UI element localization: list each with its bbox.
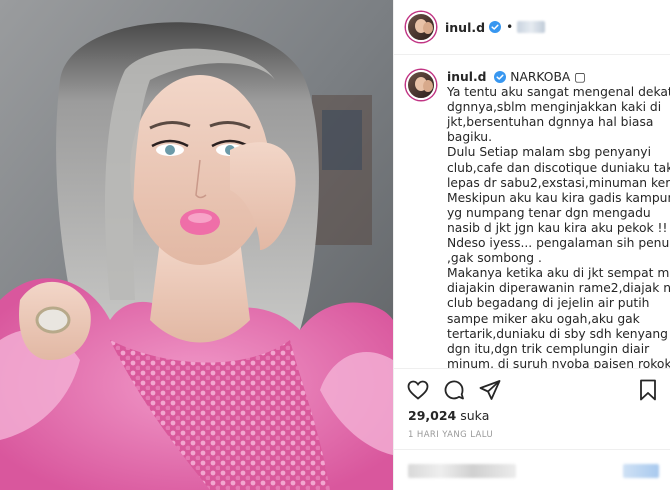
caption-line: club,cafe dan discotique duniaku tak: [447, 160, 670, 175]
caption-title-glyph: ▢: [574, 70, 586, 84]
post-side-panel: inul.d • inul.d NARKOBA ▢ Ya tentu aku s…: [393, 0, 670, 490]
post-comment-button-blurred[interactable]: [623, 464, 659, 478]
caption-line: bagiku.: [447, 130, 493, 145]
caption-line: jkt,bersentuhan dgnnya hal biasa: [447, 115, 654, 130]
post-photo-illustration: [0, 0, 393, 490]
caption-section: inul.d NARKOBA ▢ Ya tentu aku sangat men…: [394, 56, 670, 369]
follow-button-blurred[interactable]: [517, 21, 546, 33]
caption-heading: inul.d NARKOBA ▢: [447, 70, 659, 85]
caption-verified-badge-icon: [494, 71, 507, 83]
caption-line: diajakin diperawanin rame2,diajak nge: [447, 281, 670, 296]
caption-line: tertarik,duniaku di sby sdh kenyang: [447, 326, 668, 341]
comment-icon[interactable]: [442, 378, 466, 402]
instagram-post: inul.d • inul.d NARKOBA ▢ Ya tentu aku s…: [0, 0, 670, 490]
caption-text: inul.d NARKOBA ▢ Ya tentu aku sangat men…: [447, 70, 670, 369]
author-username[interactable]: inul.d: [445, 20, 485, 35]
caption-line: Meskipun aku kau kira gadis kampung: [447, 190, 670, 205]
caption-line: club begadang di jejelin air putih: [447, 296, 650, 311]
caption-line: Dulu Setiap malam sbg penyanyi: [447, 145, 651, 160]
likes-count[interactable]: 29,024 suka: [408, 408, 489, 423]
caption-author-avatar[interactable]: [406, 70, 436, 100]
caption-line: nasib d jkt jgn kau kira aku pekok !!: [447, 220, 668, 235]
author-avatar[interactable]: [406, 12, 436, 42]
caption-line: Ndeso iyess... pengalaman sih penuh: [447, 236, 670, 251]
share-icon[interactable]: [478, 378, 502, 402]
caption-line: minum, di suruh nyoba pajsen rokok: [447, 356, 670, 369]
caption-line: Ya tentu aku sangat mengenal dekat: [447, 85, 670, 100]
caption-line: dgnnya,sblm menginjakkan kaki di: [447, 100, 662, 115]
caption-username[interactable]: inul.d: [447, 70, 486, 84]
caption-line: sampe miker aku ogah,aku gak: [447, 311, 640, 326]
header-separator: •: [506, 20, 514, 34]
action-bar: [394, 372, 670, 406]
caption-line: lepas dr sabu2,exstasi,minuman keras.: [447, 175, 670, 190]
comment-box: [394, 449, 670, 490]
caption-line: yg numpang tenar dgn mengadu: [447, 205, 651, 220]
post-header: inul.d •: [394, 0, 670, 55]
bookmark-icon[interactable]: [636, 378, 660, 402]
likes-number: 29,024: [408, 408, 457, 423]
comment-input-blurred[interactable]: [408, 464, 516, 478]
caption-body: Ya tentu aku sangat mengenal dekat dgnnya…: [447, 85, 670, 369]
caption-line: dgn itu,dgn trik cemplungin diair: [447, 341, 650, 356]
post-timestamp[interactable]: 1 HARI YANG LALU: [408, 430, 493, 440]
likes-label: suka: [460, 408, 490, 423]
verified-badge-icon: [489, 21, 502, 33]
post-photo[interactable]: [0, 0, 393, 490]
caption-line: Makanya ketika aku di jkt sempat mau: [447, 266, 670, 281]
caption-title: NARKOBA: [510, 70, 571, 84]
caption-line: ,gak sombong .: [447, 251, 542, 266]
caption-row: inul.d NARKOBA ▢ Ya tentu aku sangat men…: [394, 56, 670, 369]
heart-icon[interactable]: [406, 378, 430, 402]
